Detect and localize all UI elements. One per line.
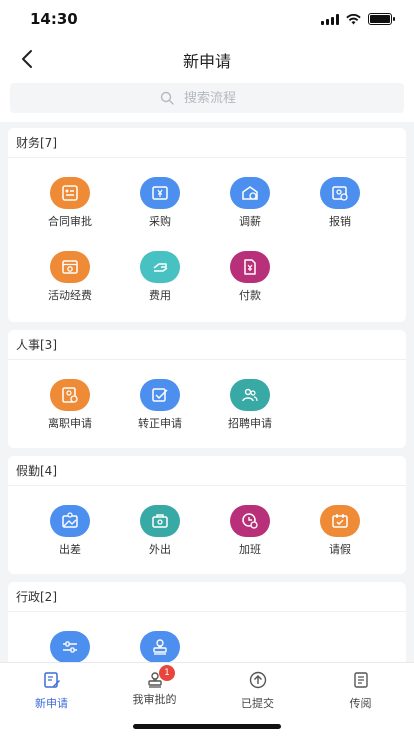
status-icons — [321, 13, 395, 25]
item-contract-approval[interactable]: 合同审批 — [30, 177, 110, 229]
recruit-icon — [230, 379, 270, 411]
tab-circulate[interactable]: 传阅 — [309, 671, 412, 711]
business-trip-icon — [50, 505, 90, 537]
regularization-icon — [140, 379, 180, 411]
search-input[interactable] — [184, 90, 254, 106]
contract-icon — [50, 177, 90, 209]
tab-new-request[interactable]: 新申请 — [0, 671, 103, 711]
item-label: 招聘申请 — [228, 417, 272, 430]
status-bar: 14:30 — [0, 0, 414, 40]
item-label: 请假 — [329, 543, 351, 556]
item-label: 出差 — [59, 543, 81, 556]
go-out-icon — [140, 505, 180, 537]
section-admin: 行政[2] — [8, 582, 406, 662]
tab-submitted[interactable]: 已提交 — [206, 671, 309, 711]
item-purchase[interactable]: 采购 — [120, 177, 200, 229]
item-label: 转正申请 — [138, 417, 182, 430]
item-label: 采购 — [149, 215, 171, 228]
process-list[interactable]: 财务[7] 合同审批 采购 调薪 报销 活动经费 费用 付款 人事[3] 离职申… — [0, 122, 414, 662]
item-label: 报销 — [329, 215, 351, 228]
overtime-icon — [230, 505, 270, 537]
home-indicator — [133, 724, 281, 729]
item-leave[interactable]: 请假 — [300, 505, 380, 557]
search-box[interactable] — [10, 83, 404, 113]
edit-doc-icon — [43, 672, 60, 688]
section-title: 财务[7] — [8, 128, 406, 158]
item-business-trip[interactable]: 出差 — [30, 505, 110, 557]
item-label: 加班 — [239, 543, 261, 556]
item-recruit[interactable]: 招聘申请 — [210, 379, 290, 431]
upload-circle-icon — [249, 671, 266, 689]
section-finance: 财务[7] 合同审批 采购 调薪 报销 活动经费 费用 付款 — [8, 128, 406, 322]
tab-label: 我审批的 — [132, 693, 177, 706]
item-activity-fund[interactable]: 活动经费 — [30, 251, 110, 303]
tab-my-approvals[interactable]: 1 我审批的 — [103, 665, 206, 707]
item-expense[interactable]: 费用 — [120, 251, 200, 303]
notification-badge: 1 — [159, 665, 175, 681]
tab-label: 传阅 — [349, 697, 372, 710]
page-title: 新申请 — [182, 52, 231, 71]
tab-label: 已提交 — [241, 697, 274, 710]
battery-icon — [368, 13, 395, 25]
cellular-signal-icon — [321, 13, 339, 25]
section-attendance: 假勤[4] 出差 外出 加班 请假 — [8, 456, 406, 574]
item-label: 费用 — [149, 289, 171, 302]
item-overtime[interactable]: 加班 — [210, 505, 290, 557]
payment-icon — [230, 251, 270, 283]
tab-label: 新申请 — [35, 697, 68, 710]
circulate-doc-icon — [353, 672, 368, 688]
section-hr: 人事[3] 离职申请 转正申请 招聘申请 — [8, 330, 406, 448]
item-label: 调薪 — [239, 215, 261, 228]
item-label: 合同审批 — [48, 215, 92, 228]
stamp-icon — [140, 631, 180, 662]
item-regularization[interactable]: 转正申请 — [120, 379, 200, 431]
item-label: 付款 — [239, 289, 261, 302]
item-reimburse[interactable]: 报销 — [300, 177, 380, 229]
purchase-icon — [140, 177, 180, 209]
reimburse-icon — [320, 177, 360, 209]
salary-adjust-icon — [230, 177, 270, 209]
leave-icon — [320, 505, 360, 537]
wifi-icon — [346, 13, 361, 24]
section-title: 假勤[4] — [8, 456, 406, 486]
item-admin-1[interactable] — [30, 631, 110, 662]
status-time: 14:30 — [30, 10, 78, 28]
item-label: 离职申请 — [48, 417, 92, 430]
section-title: 行政[2] — [8, 582, 406, 612]
search-area — [0, 78, 414, 122]
nav-bar: 新申请 — [0, 40, 414, 78]
item-resignation[interactable]: 离职申请 — [30, 379, 110, 431]
search-icon — [160, 91, 174, 105]
item-go-out[interactable]: 外出 — [120, 505, 200, 557]
item-payment[interactable]: 付款 — [210, 251, 290, 303]
resignation-icon — [50, 379, 90, 411]
item-admin-2[interactable] — [120, 631, 200, 662]
item-salary-adjust[interactable]: 调薪 — [210, 177, 290, 229]
activity-fund-icon — [50, 251, 90, 283]
item-label: 活动经费 — [48, 289, 92, 302]
settings-slider-icon — [50, 631, 90, 662]
section-title: 人事[3] — [8, 330, 406, 360]
item-label: 外出 — [149, 543, 171, 556]
expense-icon — [140, 251, 180, 283]
